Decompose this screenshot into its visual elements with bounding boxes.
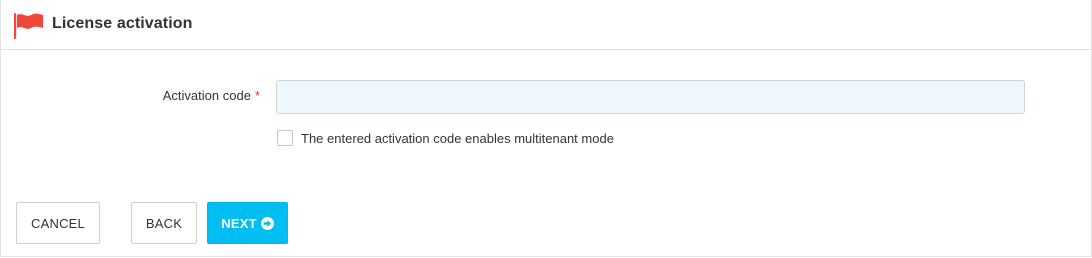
arrow-circle-right-icon [260, 216, 274, 230]
flag-icon [13, 11, 45, 41]
required-marker: * [254, 88, 260, 103]
activation-code-label-text: Activation code [162, 88, 251, 103]
activation-code-input[interactable] [276, 80, 1025, 114]
page-title: License activation [52, 15, 193, 32]
multitenant-checkbox-label[interactable]: The entered activation code enables mult… [301, 131, 614, 146]
next-button[interactable]: NEXT [207, 202, 288, 244]
next-button-label: NEXT [221, 215, 257, 231]
cancel-button-label: CANCEL [31, 215, 85, 231]
cancel-button[interactable]: CANCEL [16, 202, 100, 244]
back-button-label: BACK [145, 215, 183, 231]
activation-code-label: Activation code * [163, 88, 260, 103]
page-header: License activation [0, 0, 1092, 50]
back-button[interactable]: BACK [131, 202, 197, 244]
multitenant-checkbox[interactable] [277, 130, 293, 146]
